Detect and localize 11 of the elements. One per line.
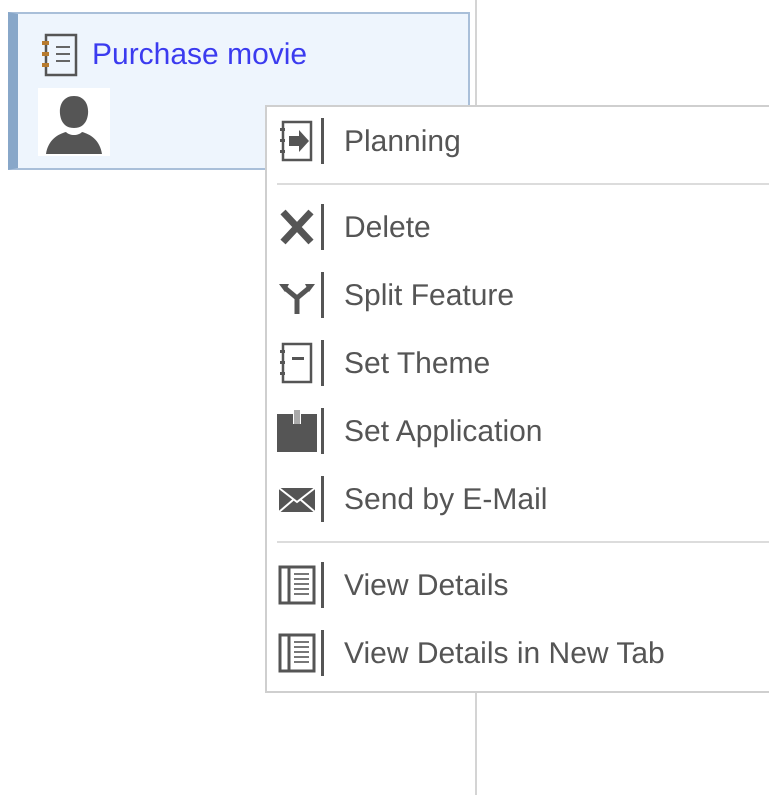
menu-item[interactable]: View Details in New Tab: [267, 619, 769, 687]
menu-item[interactable]: Delete: [267, 193, 769, 261]
card-title[interactable]: Purchase movie: [92, 40, 308, 70]
notebook-icon: [40, 32, 80, 78]
person-avatar-icon: [38, 88, 110, 156]
menu-item[interactable]: View Details: [267, 551, 769, 619]
menu-item[interactable]: Send by E-Mail: [267, 465, 769, 533]
menu-item[interactable]: Set Application: [267, 397, 769, 465]
box-icon: [277, 408, 317, 454]
menu-item[interactable]: Set Theme: [267, 329, 769, 397]
menu-item[interactable]: Split Feature: [267, 261, 769, 329]
